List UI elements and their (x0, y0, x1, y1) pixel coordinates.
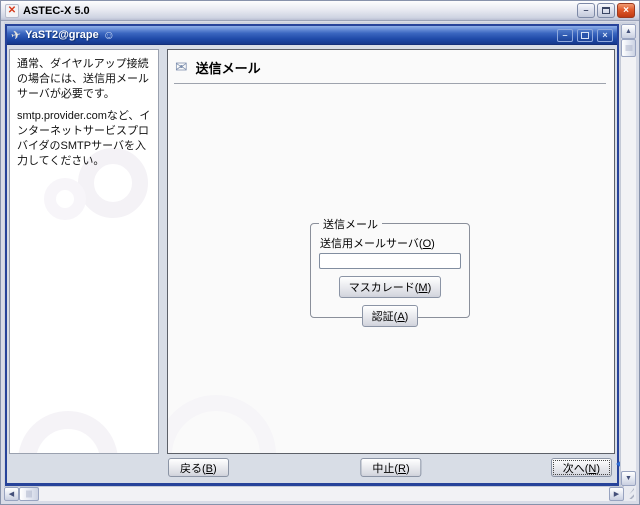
masquerade-button[interactable]: マスカレード(M) (338, 276, 442, 298)
astec-x-window: ✕ ASTEC-X 5.0 – × ✈ YaST2@grape ☺ – × 通常… (0, 0, 640, 505)
outer-maximize-button[interactable] (597, 3, 615, 18)
page-header: ✉ 送信メール (175, 58, 608, 77)
inner-restore-button[interactable] (577, 28, 593, 42)
back-button[interactable]: 戻る(B) (168, 458, 229, 477)
label-text: ) (596, 463, 600, 475)
label-text: 中止( (372, 463, 399, 475)
main-panel: ✉ 送信メール 送信メール 送信用メールサーバ(O) マスカレード(M) 認証(… (167, 49, 615, 454)
maximize-icon (602, 7, 610, 14)
access-key: O (422, 238, 432, 250)
authentication-button[interactable]: 認証(A) (361, 305, 419, 327)
access-key: A (397, 311, 405, 323)
groupbox-legend: 送信メール (319, 216, 382, 232)
horizontal-scrollbar[interactable]: ◀ ▶ (4, 486, 624, 501)
scroll-right-button[interactable]: ▶ (609, 487, 624, 501)
watermark-ring (44, 178, 86, 220)
help-sidebar: 通常、ダイヤルアップ接続の場合には、送信用メールサーバが必要です。 smtp.p… (9, 49, 159, 454)
access-key: B (205, 463, 214, 475)
smtp-server-input[interactable] (319, 253, 461, 269)
outer-close-button[interactable]: × (617, 3, 635, 18)
label-text: 戻る( (180, 463, 206, 475)
label-text: ) (405, 463, 410, 475)
scroll-left-button[interactable]: ◀ (4, 487, 19, 501)
label-text: 認証( (371, 311, 398, 323)
access-key: R (398, 463, 406, 475)
scroll-up-button[interactable]: ▲ (621, 24, 636, 39)
outer-window-title: ASTEC-X 5.0 (23, 4, 90, 17)
label-text: ) (431, 238, 435, 250)
label-text: ) (213, 463, 217, 475)
access-key: M (418, 282, 428, 294)
resize-grip[interactable] (624, 486, 636, 501)
abort-button[interactable]: 中止(R) (360, 458, 422, 477)
wizard-content: 通常、ダイヤルアップ接続の場合には、送信用メールサーバが必要です。 smtp.p… (7, 45, 617, 483)
vertical-scroll-track[interactable] (621, 57, 636, 471)
outer-client-area: ✈ YaST2@grape ☺ – × 通常、ダイヤルアップ接続の場合には、送信… (4, 22, 636, 501)
outgoing-mail-groupbox: 送信メール 送信用メールサーバ(O) マスカレード(M) 認証(A) (310, 216, 470, 327)
vertical-scroll-thumb[interactable] (621, 39, 636, 57)
horizontal-scroll-track[interactable] (39, 487, 609, 501)
outer-minimize-button[interactable]: – (577, 3, 595, 18)
label-text: マスカレード( (348, 282, 419, 294)
label-text: 次へ( (562, 463, 589, 475)
smtp-server-label: 送信用メールサーバ(O) (320, 235, 460, 251)
help-paragraph: smtp.provider.comなど、インターネットサービスプロバイダのSMT… (17, 110, 151, 167)
astec-x-logo-icon: ✕ (5, 3, 19, 18)
mail-plane-icon: ✈ (9, 27, 23, 43)
restore-icon (581, 31, 589, 39)
label-text: ) (404, 311, 409, 323)
wizard-button-bar: 戻る(B) 中止(R) 次へ(N) (167, 458, 615, 478)
globe-face-icon: ☺ (102, 28, 116, 42)
label-text: 送信用メールサーバ( (320, 238, 423, 250)
envelope-icon: ✉ (175, 58, 188, 76)
label-text: ) (427, 282, 432, 294)
yast2-window: ✈ YaST2@grape ☺ – × 通常、ダイヤルアップ接続の場合には、送信… (5, 24, 619, 486)
inner-minimize-button[interactable]: – (557, 28, 573, 42)
vertical-scrollbar[interactable]: ▲ ▼ (620, 24, 636, 486)
horizontal-scroll-thumb[interactable] (19, 487, 39, 501)
watermark-ring (168, 395, 276, 453)
outer-titlebar[interactable]: ✕ ASTEC-X 5.0 – × (1, 1, 639, 21)
inner-titlebar[interactable]: ✈ YaST2@grape ☺ – × (7, 26, 617, 45)
inner-close-button[interactable]: × (597, 28, 613, 42)
header-divider (174, 83, 606, 84)
page-title: 送信メール (195, 61, 261, 76)
scroll-down-button[interactable]: ▼ (621, 471, 636, 486)
watermark-ring (18, 411, 118, 453)
help-paragraph: 通常、ダイヤルアップ接続の場合には、送信用メールサーバが必要です。 (17, 58, 149, 100)
next-button[interactable]: 次へ(N) (550, 458, 612, 477)
inner-window-title: YaST2@grape (25, 29, 99, 41)
